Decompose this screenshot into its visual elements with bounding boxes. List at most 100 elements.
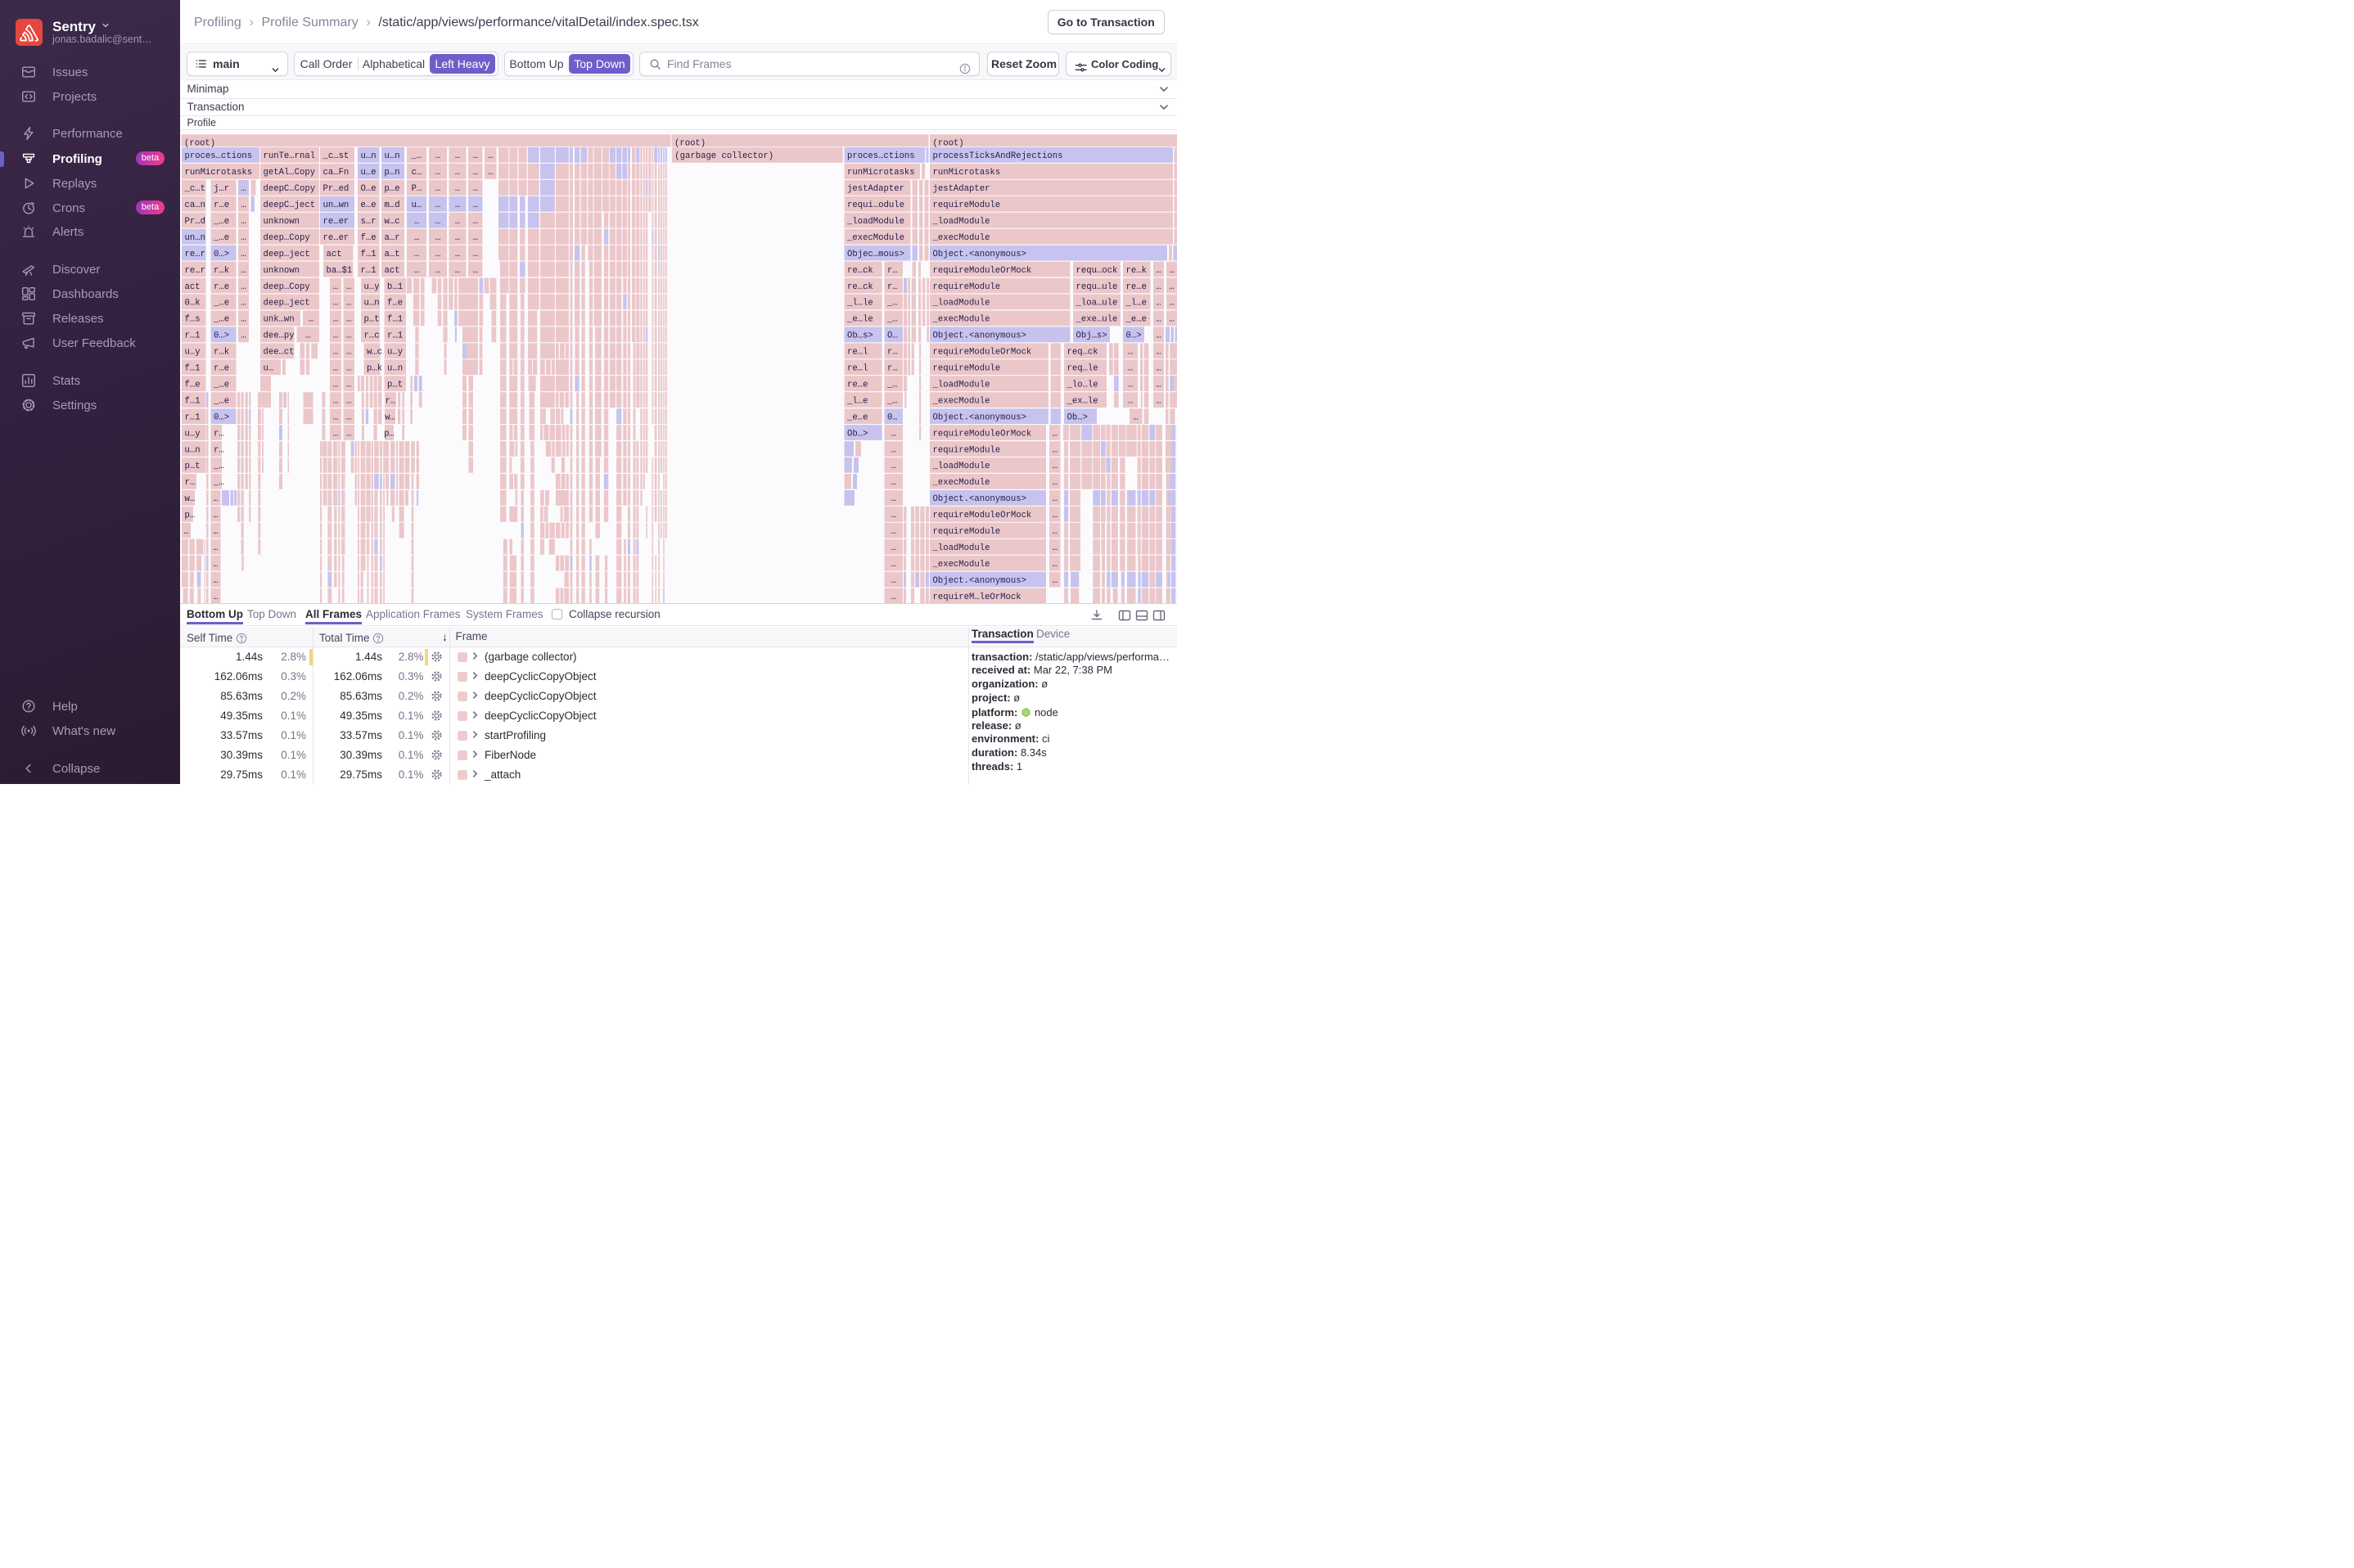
svg-text:…: …: [1156, 363, 1161, 373]
svg-text:…: …: [241, 331, 246, 340]
svg-text:deep…ject: deep…ject: [264, 298, 310, 308]
svg-text:…: …: [213, 592, 218, 602]
svg-text:u…y: u…y: [185, 429, 201, 439]
svg-text:Pr…ed: Pr…ed: [323, 184, 349, 194]
svg-text:…: …: [1156, 265, 1161, 275]
svg-text:_execModule: _execModule: [932, 396, 990, 406]
svg-text:_…: _…: [886, 380, 898, 390]
svg-text:…: …: [435, 249, 440, 259]
svg-text:requireModule: requireModule: [933, 363, 1001, 373]
svg-text:…: …: [473, 168, 478, 178]
svg-text:Obj…s>: Obj…s>: [1076, 331, 1107, 340]
svg-text:deepC…Copy: deepC…Copy: [264, 184, 316, 194]
svg-text:requ…ule: requ…ule: [1076, 282, 1118, 291]
svg-text:…: …: [241, 249, 246, 259]
svg-text:…: …: [435, 151, 440, 161]
svg-text:…: …: [473, 201, 478, 210]
svg-text:…: …: [455, 184, 460, 194]
svg-text:…: …: [1156, 380, 1161, 390]
svg-text:u…: u…: [264, 363, 274, 373]
svg-text:unknown: unknown: [264, 217, 300, 227]
svg-text:p…: p…: [185, 511, 196, 520]
svg-text:dee…ct: dee…ct: [264, 347, 295, 357]
svg-text:r…: r…: [887, 282, 898, 291]
svg-text:r…: r…: [887, 363, 898, 373]
svg-text:_…e: _…e: [213, 396, 229, 406]
svg-text:…: …: [1053, 575, 1057, 585]
svg-text:r…: r…: [887, 265, 898, 275]
svg-text:0…k: 0…k: [185, 298, 201, 308]
svg-text:deep…Copy: deep…Copy: [264, 232, 310, 242]
svg-text:…: …: [1133, 412, 1138, 422]
svg-text:…: …: [1169, 298, 1174, 308]
svg-text:f…e: f…e: [387, 298, 403, 308]
svg-text:requireModuleOrMock: requireModuleOrMock: [933, 347, 1032, 357]
svg-text:…: …: [473, 217, 478, 227]
svg-text:…: …: [1128, 347, 1133, 357]
svg-text:…: …: [1128, 363, 1133, 373]
svg-text:_l…e: _l…e: [846, 396, 868, 406]
svg-text:u…n: u…n: [361, 151, 377, 161]
svg-text:w…: w…: [185, 494, 196, 504]
svg-text:…: …: [891, 543, 896, 553]
svg-text:…: …: [346, 298, 351, 308]
svg-text:…: …: [455, 265, 460, 275]
svg-text:…: …: [346, 331, 351, 340]
svg-text:…: …: [455, 232, 460, 242]
svg-text:r…e: r…e: [214, 282, 229, 291]
svg-text:_…: _…: [213, 478, 224, 488]
svg-text:…: …: [333, 396, 338, 406]
svg-text:…: …: [891, 429, 896, 439]
svg-text:P…: P…: [412, 184, 422, 194]
svg-text:runMicrotasks: runMicrotasks: [185, 168, 253, 178]
svg-text:…: …: [455, 168, 460, 178]
svg-text:_…e: _…e: [213, 314, 229, 324]
svg-text:m…d: m…d: [385, 201, 400, 210]
svg-text:Ob…s>: Ob…s>: [847, 331, 873, 340]
svg-text:…: …: [213, 511, 218, 520]
svg-text:_e…e: _e…e: [846, 412, 868, 422]
svg-text:…: …: [1169, 314, 1174, 324]
svg-text:…: …: [891, 511, 896, 520]
svg-text:_execModule: _execModule: [932, 478, 990, 488]
svg-text:runMicrotasks: runMicrotasks: [933, 168, 1001, 178]
svg-text:Objec…mous>: Objec…mous>: [847, 249, 904, 259]
svg-text:f…1: f…1: [185, 396, 201, 406]
svg-text:…: …: [213, 575, 218, 585]
svg-text:0…>: 0…>: [214, 249, 229, 259]
svg-text:runTe…rnal: runTe…rnal: [264, 151, 316, 161]
svg-text:_l…le: _l…le: [846, 298, 873, 308]
svg-text:…: …: [346, 363, 351, 373]
svg-text:deep…Copy: deep…Copy: [264, 282, 310, 291]
svg-text:_loadModule: _loadModule: [932, 217, 990, 227]
svg-text:re…l: re…l: [847, 347, 868, 357]
svg-text:re…ck: re…ck: [847, 282, 873, 291]
svg-text:c…: c…: [412, 168, 422, 178]
svg-text:…: …: [346, 429, 351, 439]
svg-text:…: …: [346, 314, 351, 324]
svg-text:…: …: [455, 217, 460, 227]
svg-text:r…1: r…1: [387, 331, 403, 340]
svg-text:u…y: u…y: [364, 282, 380, 291]
svg-text:…: …: [488, 168, 493, 178]
svg-text:r…: r…: [887, 347, 898, 357]
svg-text:act: act: [185, 282, 201, 291]
svg-text:_loadModule: _loadModule: [846, 217, 904, 227]
svg-text:…: …: [333, 380, 338, 390]
svg-text:…: …: [1053, 478, 1057, 488]
svg-text:requireModule: requireModule: [933, 282, 1001, 291]
svg-text:(root): (root): [674, 138, 706, 148]
svg-text:…: …: [213, 543, 218, 553]
svg-text:…: …: [1128, 380, 1133, 390]
svg-text:…: …: [1053, 543, 1057, 553]
svg-text:_l…e: _l…e: [1125, 298, 1147, 308]
svg-text:…: …: [213, 494, 218, 504]
svg-text:r…1: r…1: [185, 331, 201, 340]
svg-text:requireModule: requireModule: [933, 201, 1001, 210]
svg-text:_…: _…: [886, 314, 898, 324]
svg-text:…: …: [333, 412, 338, 422]
svg-text:…: …: [333, 282, 338, 291]
svg-text:(root): (root): [933, 138, 964, 148]
svg-text:requireModule: requireModule: [933, 527, 1001, 537]
svg-text:…: …: [346, 396, 351, 406]
